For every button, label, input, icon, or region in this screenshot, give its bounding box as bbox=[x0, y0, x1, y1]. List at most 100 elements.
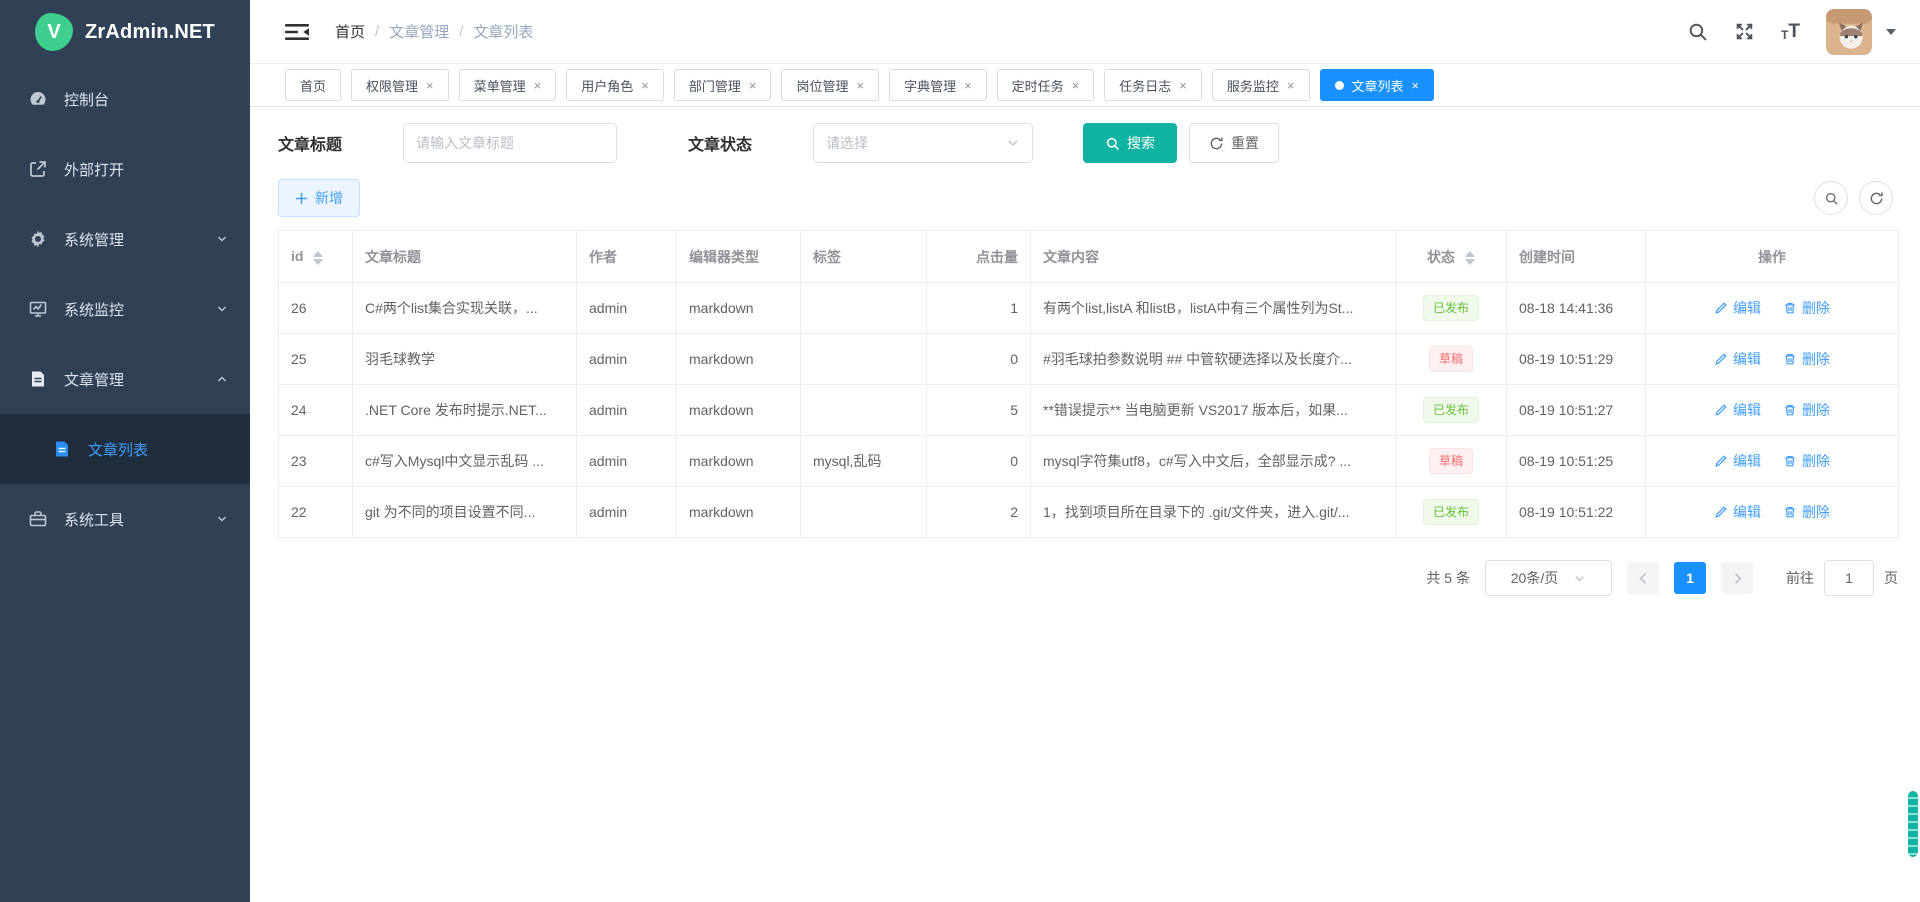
sidebar-item-system-monitor[interactable]: 系统监控 bbox=[0, 274, 250, 344]
tab-permission[interactable]: 权限管理 × bbox=[351, 69, 449, 101]
topbar: 首页 / 文章管理 / 文章列表 TT bbox=[250, 0, 1920, 64]
edit-button[interactable]: 编辑 bbox=[1714, 451, 1761, 471]
table-row: 22 git 为不同的项目设置不同... admin markdown 2 1，… bbox=[279, 487, 1899, 538]
cell-created: 08-19 10:51:25 bbox=[1507, 436, 1646, 487]
pencil-icon bbox=[1714, 454, 1728, 468]
dashboard-icon bbox=[28, 89, 48, 109]
cell-clicks: 0 bbox=[927, 334, 1031, 385]
prev-page-button[interactable] bbox=[1627, 562, 1659, 594]
close-icon[interactable]: × bbox=[426, 79, 434, 92]
tab-dict[interactable]: 字典管理 × bbox=[889, 69, 987, 101]
column-header-id[interactable]: id bbox=[279, 231, 353, 283]
show-search-toggle-button[interactable] bbox=[1814, 181, 1848, 215]
tab-task-log[interactable]: 任务日志 × bbox=[1104, 69, 1202, 101]
refresh-table-button[interactable] bbox=[1859, 181, 1893, 215]
column-header-content: 文章内容 bbox=[1031, 231, 1396, 283]
edit-button[interactable]: 编辑 bbox=[1714, 400, 1761, 420]
app-logo[interactable]: V ZrAdmin.NET bbox=[0, 0, 250, 64]
delete-button[interactable]: 删除 bbox=[1783, 349, 1830, 369]
chevron-down-icon bbox=[216, 513, 228, 525]
refresh-icon bbox=[1209, 136, 1224, 151]
cell-content: **错误提示** 当电脑更新 VS2017 版本后，如果... bbox=[1031, 385, 1396, 436]
tags-view: 首页 权限管理 × 菜单管理 × 用户角色 × 部门管理 × 岗位管理 × bbox=[250, 64, 1920, 107]
tab-department[interactable]: 部门管理 × bbox=[674, 69, 772, 101]
edit-button[interactable]: 编辑 bbox=[1714, 349, 1761, 369]
breadcrumb-item[interactable]: 文章管理 bbox=[389, 21, 449, 42]
breadcrumb-item: 文章列表 bbox=[473, 21, 533, 42]
tab-menu[interactable]: 菜单管理 × bbox=[459, 69, 557, 101]
tab-home[interactable]: 首页 bbox=[285, 69, 341, 101]
tab-service-monitor[interactable]: 服务监控 × bbox=[1212, 69, 1310, 101]
avatar[interactable] bbox=[1826, 9, 1872, 55]
delete-button[interactable]: 删除 bbox=[1783, 451, 1830, 471]
sort-caret-icon[interactable] bbox=[1465, 251, 1475, 265]
tab-label: 服务监控 bbox=[1227, 76, 1279, 95]
column-header-actions: 操作 bbox=[1646, 231, 1899, 283]
tab-label: 权限管理 bbox=[366, 76, 418, 95]
search-button[interactable]: 搜索 bbox=[1083, 123, 1177, 163]
column-header-status[interactable]: 状态 bbox=[1396, 231, 1507, 283]
cell-tag bbox=[801, 283, 927, 334]
close-icon[interactable]: × bbox=[1072, 79, 1080, 92]
close-icon[interactable]: × bbox=[641, 79, 649, 92]
reset-button[interactable]: 重置 bbox=[1189, 123, 1279, 163]
table-row: 25 羽毛球教学 admin markdown 0 #羽毛球拍参数说明 ## 中… bbox=[279, 334, 1899, 385]
cell-id: 26 bbox=[279, 283, 353, 334]
scroll-indicator[interactable] bbox=[1908, 791, 1918, 857]
cell-status: 草稿 bbox=[1396, 436, 1507, 487]
breadcrumb-item[interactable]: 首页 bbox=[335, 21, 365, 42]
sidebar-item-dashboard[interactable]: 控制台 bbox=[0, 64, 250, 134]
close-icon[interactable]: × bbox=[856, 79, 864, 92]
tab-label: 首页 bbox=[300, 76, 326, 95]
close-icon[interactable]: × bbox=[1179, 79, 1187, 92]
sidebar-item-article-management[interactable]: 文章管理 bbox=[0, 344, 250, 414]
sidebar-item-system-management[interactable]: 系统管理 bbox=[0, 204, 250, 274]
cell-content: mysql字符集utf8，c#写入中文后，全部显示成? ... bbox=[1031, 436, 1396, 487]
search-icon[interactable] bbox=[1687, 21, 1708, 42]
tab-post[interactable]: 岗位管理 × bbox=[781, 69, 879, 101]
close-icon[interactable]: × bbox=[1412, 79, 1420, 92]
cell-id: 25 bbox=[279, 334, 353, 385]
avatar-dropdown-caret-icon[interactable] bbox=[1886, 29, 1896, 35]
tab-user-role[interactable]: 用户角色 × bbox=[566, 69, 664, 101]
close-icon[interactable]: × bbox=[964, 79, 972, 92]
tab-scheduled-task[interactable]: 定时任务 × bbox=[997, 69, 1095, 101]
column-header-author: 作者 bbox=[577, 231, 677, 283]
trash-icon bbox=[1783, 403, 1797, 417]
trash-icon bbox=[1783, 301, 1797, 315]
table-header-row: id 文章标题 作者 编辑器类型 标签 点击量 文章内容 状态 创 bbox=[279, 231, 1899, 283]
article-title-input[interactable] bbox=[403, 123, 617, 163]
delete-button[interactable]: 删除 bbox=[1783, 502, 1830, 522]
app-title: ZrAdmin.NET bbox=[85, 21, 215, 44]
cell-id: 22 bbox=[279, 487, 353, 538]
add-button[interactable]: 新增 bbox=[278, 179, 360, 217]
close-icon[interactable]: × bbox=[749, 79, 757, 92]
sidebar-item-external-open[interactable]: 外部打开 bbox=[0, 134, 250, 204]
status-badge: 已发布 bbox=[1423, 295, 1479, 321]
cell-status: 已发布 bbox=[1396, 487, 1507, 538]
article-status-select[interactable]: 请选择 bbox=[813, 123, 1033, 163]
chevron-right-icon bbox=[1731, 572, 1744, 585]
page-content: 文章标题 文章状态 请选择 搜索 重置 bbox=[250, 107, 1920, 902]
next-page-button[interactable] bbox=[1721, 562, 1753, 594]
sidebar-item-article-list[interactable]: 文章列表 bbox=[0, 414, 250, 484]
pagination: 共 5 条 20条/页 1 前往 页 bbox=[278, 560, 1898, 596]
delete-button[interactable]: 删除 bbox=[1783, 298, 1830, 318]
delete-button[interactable]: 删除 bbox=[1783, 400, 1830, 420]
tab-article-list-active[interactable]: 文章列表 × bbox=[1320, 69, 1435, 101]
font-size-icon[interactable]: TT bbox=[1781, 22, 1800, 41]
close-icon[interactable]: × bbox=[1287, 79, 1295, 92]
sort-caret-icon[interactable] bbox=[313, 251, 323, 265]
close-icon[interactable]: × bbox=[534, 79, 542, 92]
cell-actions: 编辑 删除 bbox=[1646, 334, 1899, 385]
pagination-goto: 前往 页 bbox=[1786, 560, 1898, 596]
page-number-current[interactable]: 1 bbox=[1674, 562, 1706, 594]
cell-author: admin bbox=[577, 334, 677, 385]
sidebar-item-system-tools[interactable]: 系统工具 bbox=[0, 484, 250, 554]
edit-button[interactable]: 编辑 bbox=[1714, 502, 1761, 522]
edit-button[interactable]: 编辑 bbox=[1714, 298, 1761, 318]
page-size-select[interactable]: 20条/页 bbox=[1485, 560, 1612, 596]
sidebar-fold-icon[interactable] bbox=[285, 22, 309, 42]
goto-page-input[interactable] bbox=[1824, 560, 1874, 596]
fullscreen-icon[interactable] bbox=[1734, 21, 1755, 42]
